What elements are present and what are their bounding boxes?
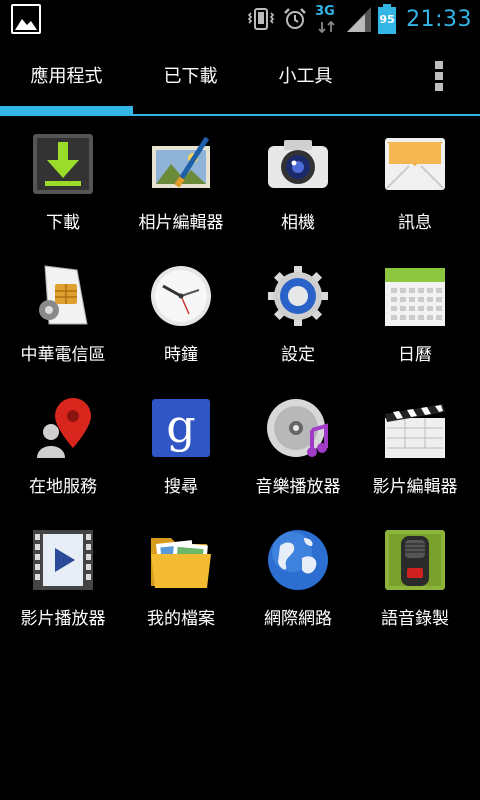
app-video-player[interactable]: 影片播放器 [4,512,122,644]
status-bar: 3G 95 21:33 [0,0,480,38]
tab-apps[interactable]: 應用程式 [0,62,133,92]
signal-strength-icon [347,7,372,32]
sim-toolkit-icon [39,265,88,325]
svg-text:g: g [166,399,195,453]
vibrate-icon [247,8,275,30]
app-sim-toolkit[interactable]: 中華電信區 [4,248,122,380]
clock-icon [151,266,211,326]
app-local-services[interactable]: 在地服務 [4,380,122,512]
app-camera[interactable]: 相機 [239,116,357,248]
app-label: 中華電信區 [20,345,106,365]
app-photo-editor[interactable]: 相片編輯器 [122,116,240,248]
app-label: 下載 [46,213,80,233]
app-calendar[interactable]: 日曆 [356,248,474,380]
app-clock[interactable]: 時鐘 [122,248,240,380]
alarm-icon [284,8,306,29]
globe-icon [268,530,328,590]
camera-icon [268,140,328,188]
overflow-dot-icon [435,61,443,69]
battery-level: 95 [379,13,395,26]
tab-downloaded[interactable]: 已下載 [133,62,248,92]
settings-icon [268,266,328,326]
app-my-files[interactable]: 我的檔案 [122,512,240,644]
app-label: 時鐘 [164,345,198,365]
overflow-dot-icon [435,72,443,80]
app-label: 訊息 [398,213,432,233]
app-drawer-tab-bar: 應用程式 已下載 小工具 [0,38,480,116]
voice-recorder-icon [385,530,445,590]
app-label: 語音錄製 [381,609,449,629]
app-label: 相機 [281,213,315,233]
app-label: 影片編輯器 [372,477,458,497]
local-map-pin-icon [37,398,91,458]
gallery-notification-icon [11,4,41,34]
download-icon [33,134,93,194]
app-label: 音樂播放器 [255,477,341,497]
clock-time: 21:33 [406,6,472,32]
data-arrows-icon [318,21,335,33]
app-label: 搜尋 [164,477,198,497]
app-messaging[interactable]: 訊息 [356,116,474,248]
app-internet[interactable]: 網際網路 [239,512,357,644]
overflow-dot-icon [435,83,443,91]
app-label: 網際網路 [264,609,332,629]
app-label: 設定 [281,345,315,365]
clapperboard-icon [385,404,445,458]
tab-widgets[interactable]: 小工具 [248,62,363,92]
network-type-label: 3G [315,4,335,19]
app-settings[interactable]: 設定 [239,248,357,380]
app-label: 在地服務 [29,477,97,497]
photo-editor-icon [152,136,210,188]
app-video-editor[interactable]: 影片編輯器 [356,380,474,512]
app-download[interactable]: 下載 [4,116,122,248]
app-label: 相片編輯器 [138,213,224,233]
calendar-icon [385,268,445,326]
app-voice-recorder[interactable]: 語音錄製 [356,512,474,644]
battery-icon: 95 [378,4,397,34]
app-label: 影片播放器 [20,609,106,629]
folder-icon [151,538,211,588]
selected-tab-indicator [0,106,133,114]
app-search[interactable]: g 搜尋 [122,380,240,512]
music-player-icon [267,399,328,457]
messaging-icon [385,138,445,190]
app-label: 日曆 [398,345,432,365]
google-search-icon: g [152,399,210,457]
overflow-menu-button[interactable] [428,58,450,98]
network-type-indicator: 3G [314,2,340,36]
app-label: 我的檔案 [147,609,215,629]
video-player-icon [33,530,93,590]
app-music-player[interactable]: 音樂播放器 [239,380,357,512]
